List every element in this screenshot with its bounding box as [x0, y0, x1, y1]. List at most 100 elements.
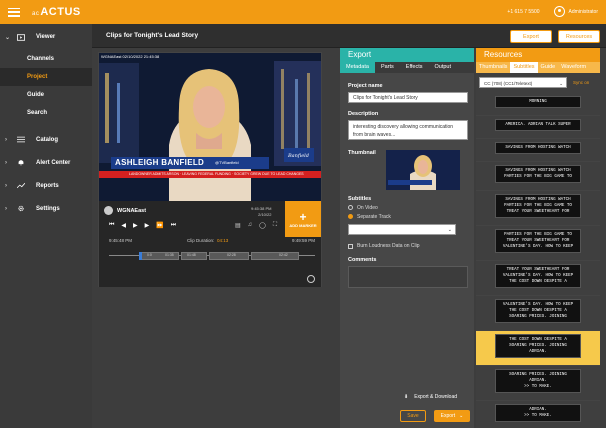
caption-text: AMERICA. ADRIAN TALK SUPER	[495, 119, 581, 131]
svg-text:Banfield: Banfield	[287, 153, 309, 159]
sidebar-item-catalog[interactable]: › Catalog	[0, 128, 92, 151]
step-back-icon[interactable]: ◀	[121, 222, 126, 229]
caption-item[interactable]: AMERICA. ADRIAN TALK SUPER	[476, 116, 600, 139]
page-title: Clips for Tonight's Lead Story	[106, 32, 199, 39]
chevron-right-icon: ›	[5, 182, 7, 189]
user-menu[interactable]: Administrator	[553, 6, 598, 17]
burn-loudness-checkbox[interactable]: Burn Loudness Data on Clip	[348, 243, 468, 249]
clip-duration: 04:13	[217, 238, 229, 243]
volume-icon[interactable]: ♫	[248, 222, 253, 229]
save-button[interactable]: Save	[400, 410, 426, 422]
skip-back-icon[interactable]: ⏮	[109, 222, 114, 229]
caption-item[interactable]: SAVINGS FROM HOSTING WATCH PARTIES FOR T…	[476, 191, 600, 226]
sidebar-item-alert-center[interactable]: › Alert Center	[0, 151, 92, 174]
project-name-label: Project name	[348, 83, 383, 89]
station-name: WGNAEast	[117, 208, 147, 214]
sync-link[interactable]: Sync on	[573, 80, 589, 85]
playback-buttons: ⏮ ◀ ▶ ▶ ⏩ ⏭	[109, 222, 176, 229]
export-download-row[interactable]: ⬇ Export & Download	[404, 394, 457, 400]
anchor-name: ASHLEIGH BANFIELD	[115, 158, 205, 167]
sidebar-item-reports[interactable]: › Reports	[0, 174, 92, 197]
caption-item[interactable]: SOARING PRICES. JOINING ADRIAN. >> TO MA…	[476, 366, 600, 401]
add-marker-button[interactable]: + ADD MARKER	[285, 201, 321, 237]
caption-item[interactable]: TREAT YOUR SWEETHEART FOR VALENTINE'S DA…	[476, 261, 600, 296]
caption-icon[interactable]: ▤	[235, 222, 241, 229]
clip-timeline[interactable]: 0:0 01:35 01:48 02:28 02:42	[109, 248, 315, 268]
sidebar-item-settings[interactable]: › Settings	[0, 197, 92, 220]
sidebar: ⌄ Viewer Channels Project Guide Search ›…	[0, 24, 92, 428]
step-forward-icon[interactable]: ▶	[145, 222, 150, 229]
app-logo[interactable]: acACTUS	[32, 6, 81, 18]
trend-chart-icon	[17, 182, 25, 189]
resources-button[interactable]: Resources	[558, 30, 600, 43]
main-content: Clips for Tonight's Lead Story Export Re…	[92, 24, 606, 428]
resources-tabs: Thumbnails Subtitles Guide Waveform	[476, 62, 600, 73]
caption-text: SAVINGS FROM HOSTING WATCH	[495, 142, 581, 154]
export-button[interactable]: Export ⌄	[434, 410, 470, 422]
play-box-icon	[17, 33, 25, 41]
resources-panel-title: Resources	[476, 48, 600, 62]
sidebar-subitem-project[interactable]: Project	[0, 68, 92, 86]
tab-metadata[interactable]: Metadata	[340, 62, 375, 73]
timeline-segment[interactable]	[251, 252, 299, 260]
caption-text: MORNING	[495, 96, 581, 108]
subtitle-track-select[interactable]: ⌄	[348, 224, 456, 235]
sidebar-subitem-guide[interactable]: Guide	[0, 86, 92, 104]
subtitle-option-separate-track[interactable]: Separate Track	[348, 214, 468, 220]
chevron-down-icon: ⌄	[5, 34, 11, 41]
export-tabs: Metadata Parts Effects Output	[340, 62, 474, 73]
caption-track-select[interactable]: CC (708) (CC1/Teletext) ⌄	[479, 77, 567, 88]
caption-item[interactable]: VALENTINE'S DAY. HOW TO KEEP THE COST DO…	[476, 296, 600, 331]
caption-item[interactable]: THE COST DOWN DESPITE A SOARING PRICES. …	[476, 331, 600, 366]
chevron-right-icon: ›	[5, 159, 7, 166]
video-frame[interactable]: Banfield WGNAEast 02/10/2022 21:45:38 AS…	[99, 53, 321, 201]
caption-list[interactable]: MORNING AMERICA. ADRIAN TALK SUPER SAVINGS…	[476, 93, 600, 428]
project-header: Clips for Tonight's Lead Story Export Re…	[92, 24, 606, 48]
caption-item[interactable]: SAVINGS FROM HOSTING WATCH PARTIES FOR T…	[476, 162, 600, 191]
gear-icon	[18, 205, 24, 212]
playhead[interactable]	[139, 252, 142, 260]
project-name-field[interactable]: Clips for Tonight's Lead Story	[348, 92, 468, 103]
thumbnail-image[interactable]	[386, 150, 460, 190]
user-avatar-icon	[553, 6, 565, 17]
caption-item[interactable]: SAVINGS FROM HOSTING WATCH	[476, 139, 600, 162]
lower-third: ASHLEIGH BANFIELD @TVBanfield	[111, 157, 269, 169]
caption-text: SAVINGS FROM HOSTING WATCH PARTIES FOR T…	[495, 194, 581, 218]
station-icon	[104, 206, 113, 215]
fast-forward-icon[interactable]: ⏩	[156, 222, 163, 229]
download-icon: ⬇	[404, 394, 409, 400]
sidebar-subitem-channels[interactable]: Channels	[0, 50, 92, 68]
subtitle-option-on-video[interactable]: On Video	[348, 205, 468, 211]
subtitles-label: Subtitles	[348, 196, 372, 202]
fullscreen-icon[interactable]: ⛶	[273, 222, 277, 229]
chevron-right-icon: ›	[5, 205, 7, 212]
tab-output[interactable]: Output	[429, 62, 458, 73]
snapshot-icon[interactable]: ◯	[259, 222, 266, 229]
sidebar-subitem-search[interactable]: Search	[0, 104, 92, 122]
tab-effects[interactable]: Effects	[400, 62, 429, 73]
caption-item[interactable]: ADRIAN. >> TO MAKE.	[476, 401, 600, 428]
sidebar-item-viewer[interactable]: ⌄ Viewer	[0, 28, 92, 46]
news-ticker: LANDOWNER ADMITS ARSON · LEAVING FEDERAL…	[99, 171, 321, 178]
skip-forward-icon[interactable]: ⏭	[171, 222, 176, 229]
caption-text: PARTIES FOR THE BIG GAME TO TREAT YOUR S…	[495, 229, 581, 253]
tab-subtitles[interactable]: Subtitles	[510, 62, 538, 73]
checkbox	[348, 243, 353, 249]
export-header-button[interactable]: Export	[510, 30, 552, 43]
tab-parts[interactable]: Parts	[375, 62, 400, 73]
video-player: Banfield WGNAEast 02/10/2022 21:45:38 AS…	[98, 52, 322, 287]
caption-item[interactable]: MORNING	[476, 93, 600, 116]
clip-duration-label: Clip Duration:	[187, 238, 215, 243]
comments-field[interactable]	[348, 266, 468, 288]
chevron-right-icon: ›	[5, 136, 7, 143]
video-timestamp: WGNAEast 02/10/2022 21:45:38	[101, 54, 160, 59]
tab-waveform[interactable]: Waveform	[558, 62, 589, 73]
zoom-icon[interactable]	[307, 275, 315, 283]
tab-guide[interactable]: Guide	[538, 62, 559, 73]
play-icon[interactable]: ▶	[133, 222, 138, 229]
tab-thumbnails[interactable]: Thumbnails	[476, 62, 510, 73]
description-field[interactable]: interesting discovery allowing communica…	[348, 120, 468, 140]
menu-icon[interactable]	[8, 7, 20, 17]
caption-item[interactable]: PARTIES FOR THE BIG GAME TO TREAT YOUR S…	[476, 226, 600, 261]
caption-text: SAVINGS FROM HOSTING WATCH PARTIES FOR T…	[495, 165, 581, 183]
